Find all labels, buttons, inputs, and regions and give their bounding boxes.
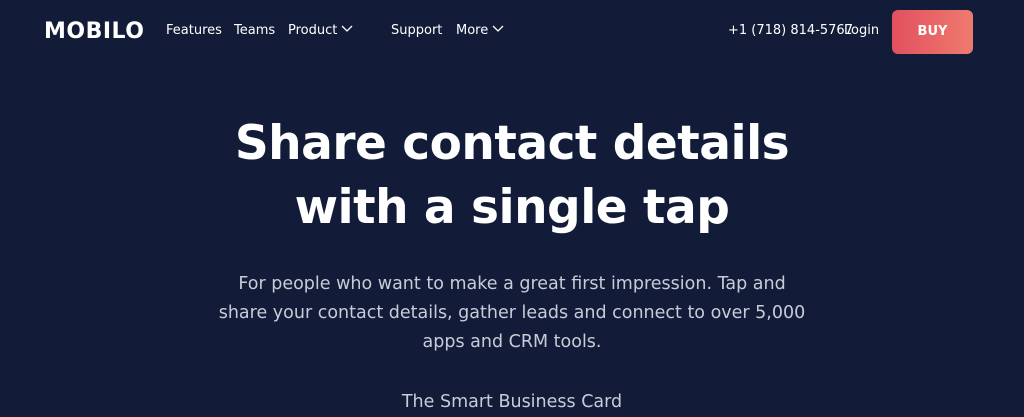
chevron-down-icon: [341, 23, 353, 33]
chevron-down-icon: [492, 23, 504, 33]
buy-button[interactable]: BUY: [892, 10, 973, 54]
nav-teams-link[interactable]: Teams: [234, 22, 275, 40]
hero-title-line-2: with a single tap: [294, 180, 730, 235]
top-navigation: MOBILO Features Teams Product Support Mo…: [0, 0, 1024, 64]
nav-support-link[interactable]: Support: [391, 22, 442, 40]
nav-product-label: Product: [288, 23, 338, 38]
hero-title: Share contact details with a single tap: [0, 112, 1024, 240]
nav-features-link[interactable]: Features: [166, 22, 222, 40]
phone-number-link[interactable]: +1 (718) 814-5767: [728, 22, 853, 40]
hero-subtitle: For people who want to make a great firs…: [218, 274, 806, 352]
product-tagline: The Smart Business Card: [401, 392, 623, 412]
mobilo-logo[interactable]: MOBILO: [44, 18, 145, 46]
nav-more-label: More: [456, 23, 489, 38]
nav-more-dropdown[interactable]: More: [456, 22, 504, 40]
hero-title-line-1: Share contact details: [234, 116, 790, 171]
login-link[interactable]: Login: [844, 22, 879, 40]
nav-product-dropdown[interactable]: Product: [288, 22, 353, 40]
